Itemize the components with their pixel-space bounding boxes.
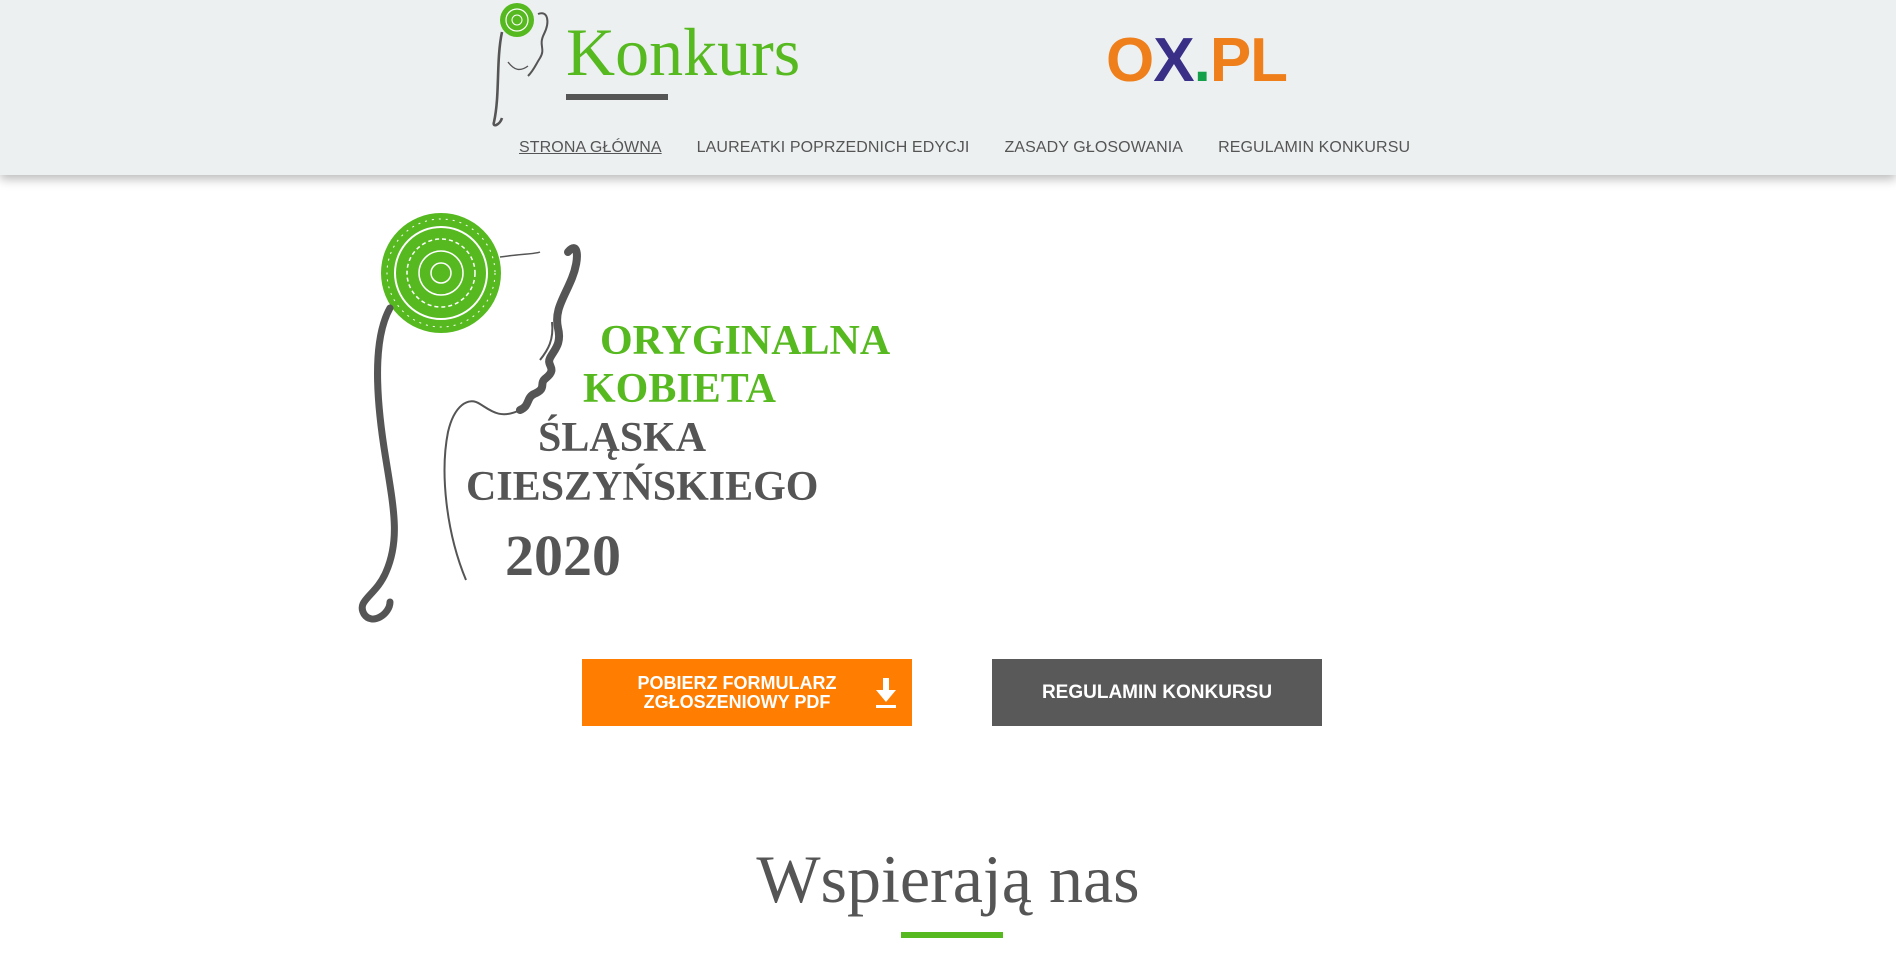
hero-line-4: CIESZYŃSKIEGO (466, 464, 819, 510)
contest-rules-button[interactable]: REGULAMIN KONKURSU (992, 659, 1322, 726)
site-logo-text: Konkurs (566, 14, 801, 90)
download-form-label: POBIERZ FORMULARZ ZGŁOSZENIOWY PDF (627, 672, 847, 712)
site-header: Konkurs OX.PL STRONA GŁÓWNA LAUREATKI PO… (0, 0, 1896, 175)
hero-line-1: ORYGINALNA (600, 318, 891, 364)
hero-line-3: ŚLĄSKA (538, 415, 707, 461)
download-icon (876, 678, 896, 708)
partner-logo-dot: . (1193, 26, 1211, 95)
partner-logo-oxpl[interactable]: OX.PL (1106, 30, 1288, 92)
main-nav: STRONA GŁÓWNA LAUREATKI POPRZEDNICH EDYC… (519, 139, 1410, 157)
woman-profile-icon (492, 3, 549, 127)
nav-voting-rules[interactable]: ZASADY GŁOSOWANIA (1004, 139, 1183, 157)
sponsors-title-underline (901, 932, 1003, 938)
partner-logo-x: X (1153, 26, 1194, 95)
nav-contest-regulations[interactable]: REGULAMIN KONKURSU (1218, 139, 1410, 157)
download-form-button[interactable]: POBIERZ FORMULARZ ZGŁOSZENIOWY PDF (582, 659, 912, 726)
nav-previous-winners[interactable]: LAUREATKI POPRZEDNICH EDYCJI (697, 139, 970, 157)
hero-line-2: KOBIETA (583, 366, 776, 412)
partner-logo-o: O (1106, 26, 1154, 95)
site-logo[interactable]: Konkurs (490, 0, 820, 130)
sponsors-section-title: Wspierają nas (756, 841, 1140, 917)
partner-logo-pl: PL (1209, 26, 1288, 95)
download-form-label-line1: POBIERZ FORMULARZ (637, 672, 837, 693)
nav-home[interactable]: STRONA GŁÓWNA (519, 139, 662, 157)
contest-logo: ORYGINALNA KOBIETA ŚLĄSKA CIESZYŃSKIEGO … (350, 210, 910, 630)
logo-underline (566, 94, 668, 100)
hero-year: 2020 (505, 523, 621, 588)
download-form-label-line2: ZGŁOSZENIOWY PDF (643, 691, 831, 712)
